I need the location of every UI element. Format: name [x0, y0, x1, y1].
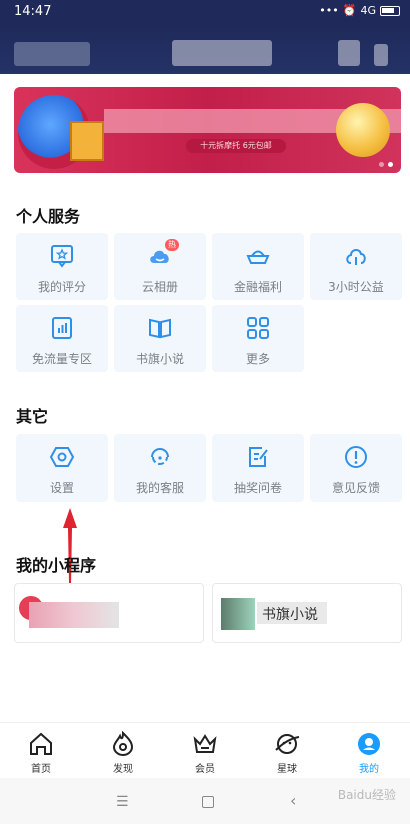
carousel-dot [379, 162, 384, 167]
tab-label: 星球 [277, 764, 297, 775]
ingot-icon [246, 250, 270, 264]
home-square-icon[interactable] [202, 796, 214, 808]
service-shuqi-novel[interactable]: 书旗小说 [114, 305, 206, 372]
tab-discover[interactable]: 发现 [82, 723, 164, 778]
data-free-icon [52, 317, 72, 339]
tab-profile[interactable]: 我的 [328, 723, 410, 778]
discover-icon [112, 731, 134, 756]
other-feedback[interactable]: 意见反馈 [310, 434, 402, 502]
settings-icon [49, 447, 75, 467]
rating-icon [51, 245, 73, 268]
tab-label: 会员 [195, 764, 215, 775]
tab-planet[interactable]: 星球 [246, 723, 328, 778]
redacted-icon[interactable] [338, 40, 360, 66]
customer-service-icon [151, 448, 169, 465]
watermark: Baidu经验 [337, 788, 396, 802]
hot-badge: 热 [165, 239, 179, 251]
gift-box-image [70, 121, 104, 161]
carousel-dots [379, 162, 393, 167]
feedback-icon [345, 446, 367, 468]
other-settings[interactable]: 设置 [16, 434, 108, 502]
redacted-username [172, 40, 272, 66]
service-label: 云相册 [141, 280, 178, 294]
charity-icon [346, 249, 366, 265]
tab-home[interactable]: 首页 [0, 723, 82, 778]
service-more[interactable]: 更多 [212, 305, 304, 372]
section-title-mini-programs: 我的小程序 [16, 556, 97, 575]
tab-label: 我的 [359, 764, 379, 775]
status-icons: ••• ⏰ 4G [319, 4, 400, 17]
back-icon[interactable]: ‹ [290, 791, 296, 810]
service-label: 我的评分 [37, 280, 86, 294]
service-label: 3小时公益 [328, 280, 384, 294]
profile-icon [358, 733, 380, 755]
mini-program-label: 书旗小说 [262, 607, 318, 623]
book-icon [149, 318, 171, 339]
coin-image [336, 103, 390, 157]
section-title-personal: 个人服务 [16, 207, 81, 226]
service-label: 免流量专区 [31, 352, 92, 366]
planet-icon [275, 734, 300, 754]
service-cloud-album[interactable]: 热 云相册 [114, 233, 206, 300]
other-grid: 设置 我的客服 抽奖问卷 意见反馈 [16, 434, 402, 502]
profile-header [0, 24, 410, 74]
service-data-free[interactable]: 免流量专区 [16, 305, 108, 372]
menu-icon[interactable]: ☰ [116, 794, 129, 810]
redacted-mini-name [29, 602, 119, 628]
more-dots-icon: ••• [319, 4, 339, 17]
banner-subtitle: 十元拆摩托 6元包邮 [186, 139, 286, 153]
header-spacer [0, 74, 410, 86]
home-icon [30, 732, 52, 755]
more-grid-icon [247, 317, 269, 339]
service-label: 金融福利 [233, 280, 282, 294]
section-title-other: 其它 [16, 407, 49, 426]
tab-membership[interactable]: 会员 [164, 723, 246, 778]
bottom-tab-bar: 首页 发现 会员 星球 我的 [0, 722, 410, 778]
status-bar: 14:47 ••• ⏰ 4G [0, 0, 410, 24]
carousel-dot-active [388, 162, 393, 167]
scan-icon[interactable] [374, 44, 388, 66]
other-survey[interactable]: 抽奖问卷 [212, 434, 304, 502]
status-time: 14:47 [14, 4, 52, 19]
personal-services-grid: 我的评分 热 云相册 金融福利 3小时公益 免流量专区 书旗小说 更多 [16, 233, 402, 372]
other-label: 抽奖问卷 [233, 481, 282, 495]
service-my-rating[interactable]: 我的评分 [16, 233, 108, 300]
redacted-avatar[interactable] [14, 42, 90, 66]
other-label: 意见反馈 [331, 481, 380, 495]
signal-text: 4G [360, 4, 376, 17]
promo-banner[interactable]: 十元拆摩托 6元包邮 [14, 87, 401, 173]
mini-app-icon [221, 598, 255, 630]
service-charity[interactable]: 3小时公益 [310, 233, 402, 300]
crown-icon [193, 734, 217, 753]
service-label: 书旗小说 [135, 352, 184, 366]
other-label: 我的客服 [135, 481, 184, 495]
service-label: 更多 [245, 352, 270, 366]
alarm-icon: ⏰ [342, 4, 357, 17]
other-customer-service[interactable]: 我的客服 [114, 434, 206, 502]
service-finance[interactable]: 金融福利 [212, 233, 304, 300]
tab-label: 首页 [31, 764, 51, 775]
battery-icon [380, 5, 400, 16]
tab-label: 发现 [113, 764, 133, 775]
survey-icon [249, 447, 268, 467]
mini-program-1[interactable] [14, 583, 204, 643]
other-label: 设置 [49, 481, 74, 495]
